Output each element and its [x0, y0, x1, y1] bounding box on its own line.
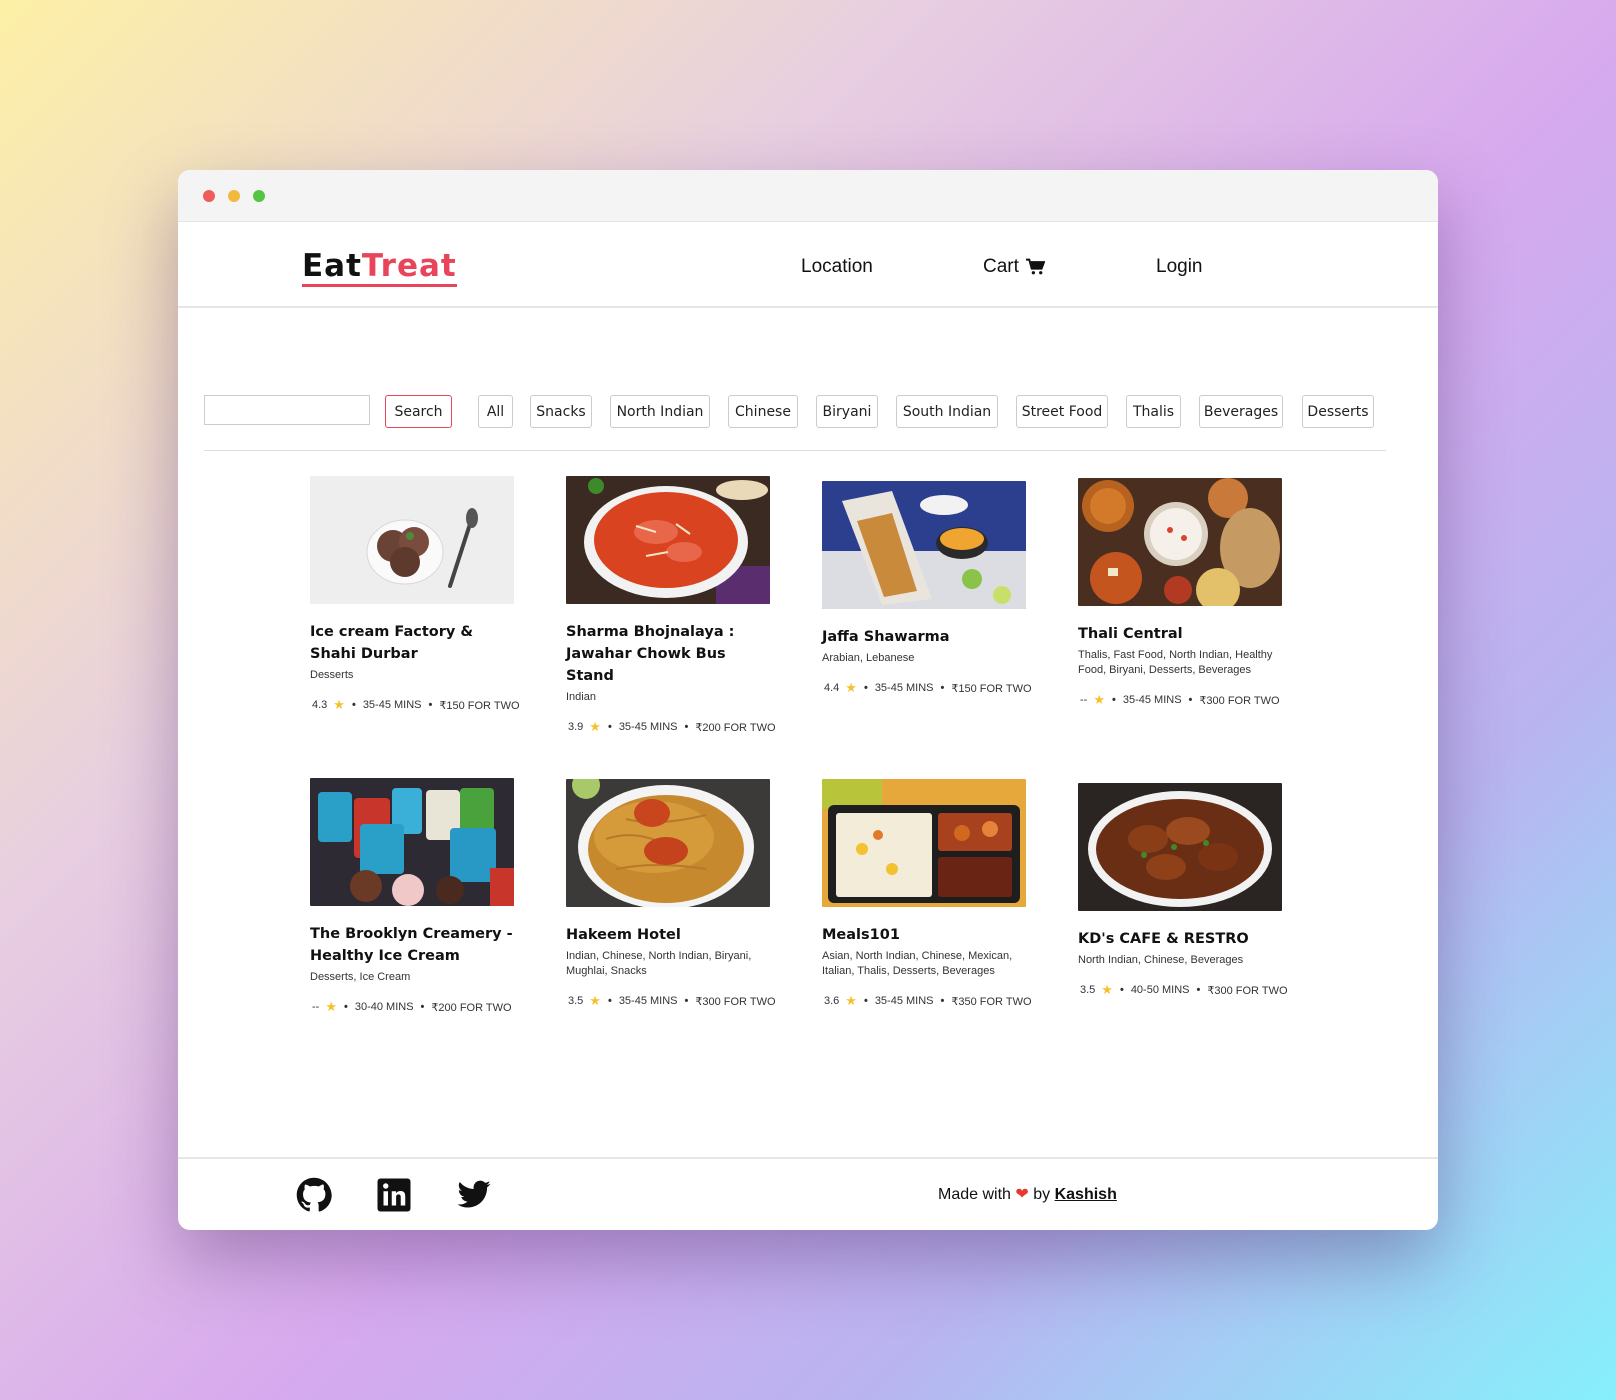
category-south-indian-button[interactable]: South Indian — [896, 395, 998, 428]
restaurant-cuisine: Indian — [566, 691, 596, 703]
restaurant-image — [310, 476, 514, 604]
restaurant-image — [310, 778, 514, 906]
restaurant-name: KD's CAFE & RESTRO — [1078, 931, 1249, 947]
star-icon: ★ — [845, 680, 857, 695]
heart-icon: ❤ — [1015, 1186, 1029, 1203]
restaurant-name: Hakeem Hotel — [566, 927, 681, 943]
star-icon: ★ — [333, 697, 345, 712]
search-input[interactable] — [204, 395, 370, 425]
title-bar — [178, 170, 1438, 222]
close-window-button[interactable] — [203, 189, 215, 202]
star-icon: ★ — [589, 719, 601, 734]
restaurant-name: Jaffa Shawarma — [822, 629, 950, 645]
restaurant-cuisine: Desserts — [310, 669, 354, 681]
category-north-indian-button[interactable]: North Indian — [610, 395, 710, 428]
restaurant-meta: 3.9 ★ • 35-45 MINS • ₹200 FOR TWO — [568, 719, 776, 734]
restaurant-meta: -- ★ • 35-45 MINS • ₹300 FOR TWO — [1080, 692, 1280, 707]
cart-icon — [1025, 258, 1045, 275]
restaurant-card[interactable]: Ice cream Factory & Shahi Durbar Dessert… — [310, 476, 520, 713]
category-biryani-button[interactable]: Biryani — [816, 395, 878, 428]
search-button[interactable]: Search — [385, 395, 452, 428]
star-icon: ★ — [1101, 982, 1113, 997]
github-icon[interactable] — [296, 1177, 332, 1213]
restaurant-card[interactable]: Jaffa Shawarma Arabian, Lebanese 4.4 ★ • 35… — [822, 481, 1032, 696]
restaurant-meta: 4.3 ★ • 35-45 MINS • ₹150 FOR TWO — [312, 697, 520, 712]
restaurant-cuisine: Desserts, Ice Cream — [310, 971, 411, 983]
restaurant-card[interactable]: Sharma Bhojnalaya : Jawahar Chowk Bus St… — [566, 476, 776, 735]
restaurant-meta: 3.5 ★ • 35-45 MINS • ₹300 FOR TWO — [568, 993, 776, 1008]
category-chinese-button[interactable]: Chinese — [728, 395, 798, 428]
restaurant-card[interactable]: Thali Central Thalis, Fast Food, North I… — [1078, 478, 1282, 708]
category-desserts-button[interactable]: Desserts — [1302, 395, 1374, 428]
restaurant-image — [1078, 783, 1282, 911]
restaurant-image — [822, 481, 1026, 609]
restaurant-name: Ice cream Factory & Shahi Durbar — [310, 624, 474, 662]
star-icon: ★ — [845, 993, 857, 1008]
restaurant-card[interactable]: The Brooklyn Creamery - Healthy Ice Crea… — [310, 778, 514, 1015]
eattreat-logo[interactable]: EatTreat — [302, 248, 457, 287]
restaurant-name: The Brooklyn Creamery - Healthy Ice Crea… — [310, 926, 513, 964]
site-header: EatTreat Location Cart Login — [178, 222, 1438, 308]
restaurant-meta: 3.6 ★ • 35-45 MINS • ₹350 FOR TWO — [824, 993, 1032, 1008]
browser-window: EatTreat Location Cart Login Search All … — [178, 170, 1438, 1230]
restaurant-card[interactable]: Hakeem Hotel Indian, Chinese, North Indi… — [566, 771, 776, 1009]
restaurant-image — [566, 771, 770, 909]
restaurant-card[interactable]: Meals101 Asian, North Indian, Chinese, M… — [822, 779, 1032, 1009]
restaurant-name: Sharma Bhojnalaya : Jawahar Chowk Bus St… — [566, 624, 735, 684]
restaurant-meta: 3.5 ★ • 40-50 MINS • ₹300 FOR TWO — [1080, 982, 1288, 997]
category-street-food-button[interactable]: Street Food — [1016, 395, 1108, 428]
minimize-window-button[interactable] — [228, 189, 240, 202]
category-all-button[interactable]: All — [478, 395, 513, 428]
star-icon: ★ — [1093, 692, 1105, 707]
restaurant-cuisine: Indian, Chinese, North Indian, Biryani, … — [566, 950, 752, 977]
restaurant-cuisine: Thalis, Fast Food, North Indian, Healthy… — [1078, 649, 1273, 676]
filter-bar: Search All Snacks North Indian Chinese B… — [204, 395, 1386, 451]
site-footer: Made with ❤ by Kashish — [178, 1157, 1438, 1230]
author-link[interactable]: Kashish — [1055, 1186, 1117, 1203]
restaurant-cuisine: Arabian, Lebanese — [822, 652, 915, 664]
restaurant-cuisine: North Indian, Chinese, Beverages — [1078, 954, 1244, 966]
maximize-window-button[interactable] — [253, 189, 265, 202]
restaurant-image — [1078, 478, 1282, 612]
restaurant-name: Thali Central — [1078, 626, 1183, 642]
category-thalis-button[interactable]: Thalis — [1126, 395, 1181, 428]
restaurant-card[interactable]: KD's CAFE & RESTRO North Indian, Chinese… — [1078, 783, 1288, 998]
restaurant-name: Meals101 — [822, 927, 900, 943]
restaurant-meta: -- ★ • 30-40 MINS • ₹200 FOR TWO — [312, 999, 512, 1014]
restaurant-meta: 4.4 ★ • 35-45 MINS • ₹150 FOR TWO — [824, 680, 1032, 695]
star-icon: ★ — [589, 993, 601, 1008]
restaurant-image — [822, 779, 1026, 907]
nav-location[interactable]: Location — [801, 256, 873, 278]
star-icon: ★ — [325, 999, 337, 1014]
footer-credit: Made with ❤ by Kashish — [938, 1186, 1117, 1203]
restaurant-image — [566, 476, 770, 604]
category-beverages-button[interactable]: Beverages — [1199, 395, 1283, 428]
nav-cart[interactable]: Cart — [983, 256, 1045, 278]
nav-login[interactable]: Login — [1156, 256, 1203, 278]
category-snacks-button[interactable]: Snacks — [530, 395, 592, 428]
twitter-icon[interactable] — [456, 1177, 492, 1213]
linkedin-icon[interactable] — [376, 1177, 412, 1213]
restaurant-cuisine: Asian, North Indian, Chinese, Mexican, I… — [822, 950, 1013, 977]
